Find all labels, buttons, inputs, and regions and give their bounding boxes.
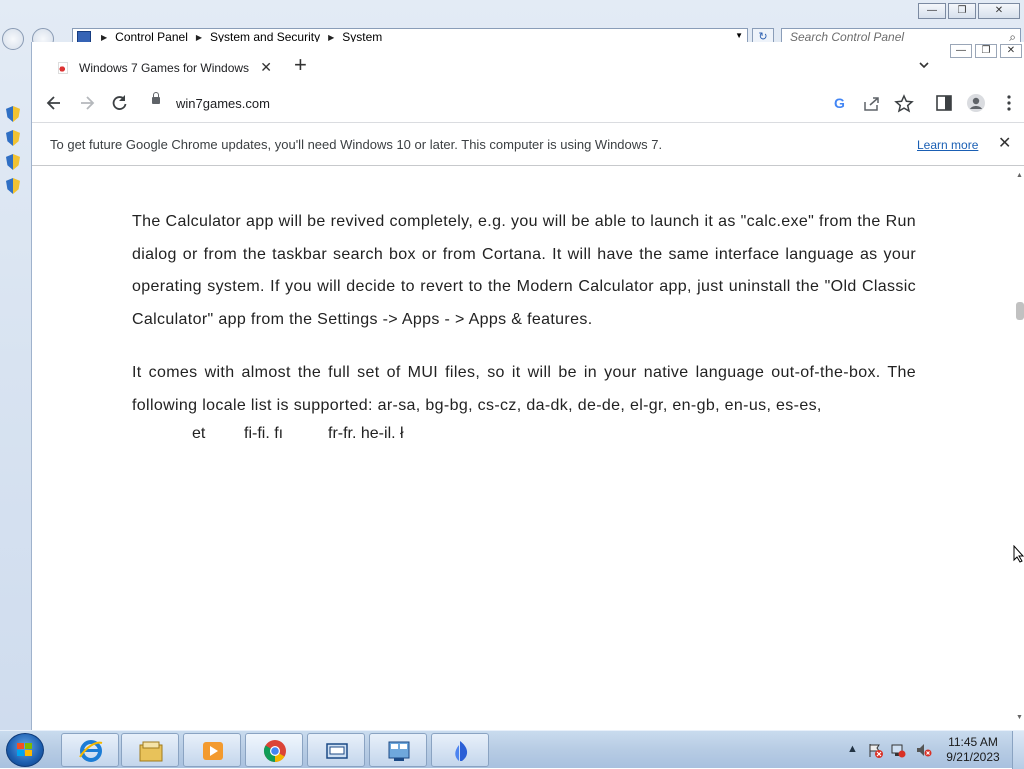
show-desktop-button[interactable] — [1012, 731, 1024, 769]
share-icon[interactable] — [862, 94, 882, 114]
show-hidden-icons-icon[interactable]: ▲ — [847, 743, 858, 755]
tab-win7games[interactable]: Windows 7 Games for Windows ✕ — [44, 52, 282, 86]
taskbar-control-panel[interactable] — [369, 733, 427, 767]
back-icon[interactable] — [44, 93, 64, 113]
minimize-button[interactable]: — — [950, 44, 972, 58]
folder-icon — [139, 741, 163, 762]
taskbar-media-player[interactable] — [183, 733, 241, 767]
mouse-cursor-icon — [1013, 545, 1024, 563]
article-paragraph-2: It comes with almost the full set of MUI… — [132, 364, 916, 414]
side-panel-icon[interactable] — [934, 93, 954, 113]
network-icon[interactable] — [890, 742, 906, 758]
bookmark-star-icon[interactable] — [894, 94, 914, 114]
update-infobar: To get future Google Chrome updates, you… — [32, 122, 1024, 166]
clock[interactable]: 11:45 AM 9/21/2023 — [943, 735, 1003, 765]
restore-button[interactable]: ❐ — [975, 44, 997, 58]
shield-icon — [6, 106, 20, 122]
forward-icon[interactable] — [77, 93, 97, 113]
tab-title: Windows 7 Games for Windows — [79, 61, 249, 75]
minimize-button[interactable]: — — [918, 3, 946, 19]
page-content: The Calculator app will be revived compl… — [32, 166, 1014, 730]
control-panel-icon — [388, 741, 410, 761]
sailboat-icon — [455, 741, 468, 761]
internet-explorer-icon — [79, 740, 103, 762]
scrollbar-thumb[interactable] — [1016, 302, 1024, 320]
infobar-message: To get future Google Chrome updates, you… — [50, 137, 663, 152]
taskbar: ▲ 11:45 AM 9/21/2023 — [0, 730, 1024, 769]
shield-icon — [6, 130, 20, 146]
chrome-window-buttons: — ❐ ✕ — [947, 44, 1022, 58]
shield-icon — [6, 154, 20, 170]
taskbar-google-chrome[interactable] — [245, 733, 303, 767]
menu-icon[interactable] — [999, 93, 1019, 113]
start-button[interactable] — [6, 733, 44, 767]
chrome-toolbar: win7games.com G — [32, 86, 1024, 120]
partial-text-3: fr-fr. he-il. ł — [328, 425, 404, 442]
new-tab-button[interactable]: + — [294, 54, 307, 76]
scroll-up-icon[interactable]: ▲ — [1016, 172, 1023, 179]
favicon-icon — [58, 62, 68, 74]
shield-icons — [6, 106, 24, 202]
shield-icon — [6, 178, 20, 194]
windows-logo-icon — [17, 743, 33, 757]
article-body: The Calculator app will be revived compl… — [132, 206, 916, 450]
article-partial-line: et fi-fi. fı fr-fr. he-il. ł — [132, 422, 916, 450]
back-button[interactable] — [2, 28, 24, 50]
taskbar-windows-explorer[interactable] — [121, 733, 179, 767]
close-button[interactable]: ✕ — [1000, 44, 1022, 58]
reload-icon[interactable] — [109, 93, 129, 113]
media-player-icon — [203, 742, 223, 760]
google-icon[interactable]: G — [834, 95, 845, 111]
clock-date: 9/21/2023 — [946, 750, 1000, 764]
taskbar-sailboat-app[interactable] — [431, 733, 489, 767]
taskbar-internet-explorer[interactable] — [61, 733, 119, 767]
url-text: win7games.com — [176, 96, 270, 111]
clock-time: 11:45 AM — [948, 735, 998, 749]
volume-muted-icon[interactable] — [915, 742, 933, 758]
tab-strip: — ❐ ✕ Windows 7 Games for Windows ✕ + — [32, 42, 1024, 86]
chevron-right-icon: ▶ — [328, 32, 335, 42]
system-tray: ▲ — [845, 731, 940, 769]
chevron-right-icon: ▶ — [195, 32, 203, 42]
profile-icon[interactable] — [966, 93, 986, 113]
infobar-close-icon[interactable]: ✕ — [998, 133, 1011, 153]
partial-text-2: fi-fi. fı — [244, 425, 284, 442]
action-center-flag-icon[interactable] — [867, 742, 883, 758]
tab-search-chevron-icon[interactable] — [919, 60, 929, 70]
tab-close-icon[interactable]: ✕ — [260, 59, 272, 76]
lock-icon[interactable] — [152, 92, 160, 104]
chevron-right-icon: ▶ — [101, 32, 108, 42]
close-button[interactable]: ✕ — [978, 3, 1020, 19]
scroll-down-icon[interactable]: ▼ — [1016, 714, 1023, 721]
page-scrollbar[interactable]: ▲ ▼ — [1014, 166, 1024, 730]
app-window-icon — [326, 743, 348, 759]
article-paragraph-1: The Calculator app will be revived compl… — [132, 213, 916, 328]
control-panel-window-buttons: — ❐ ✕ — [916, 3, 1020, 19]
partial-text-1: et — [192, 425, 206, 442]
chrome-window: — ❐ ✕ Windows 7 Games for Windows ✕ + wi… — [31, 42, 1024, 730]
learn-more-link[interactable]: Learn more — [917, 138, 978, 152]
chevron-down-icon[interactable]: ▼ — [735, 31, 743, 40]
maximize-button[interactable]: ❐ — [948, 3, 976, 19]
chrome-icon — [264, 740, 286, 762]
address-bar[interactable]: win7games.com G — [144, 90, 934, 118]
taskbar-app-window[interactable] — [307, 733, 365, 767]
